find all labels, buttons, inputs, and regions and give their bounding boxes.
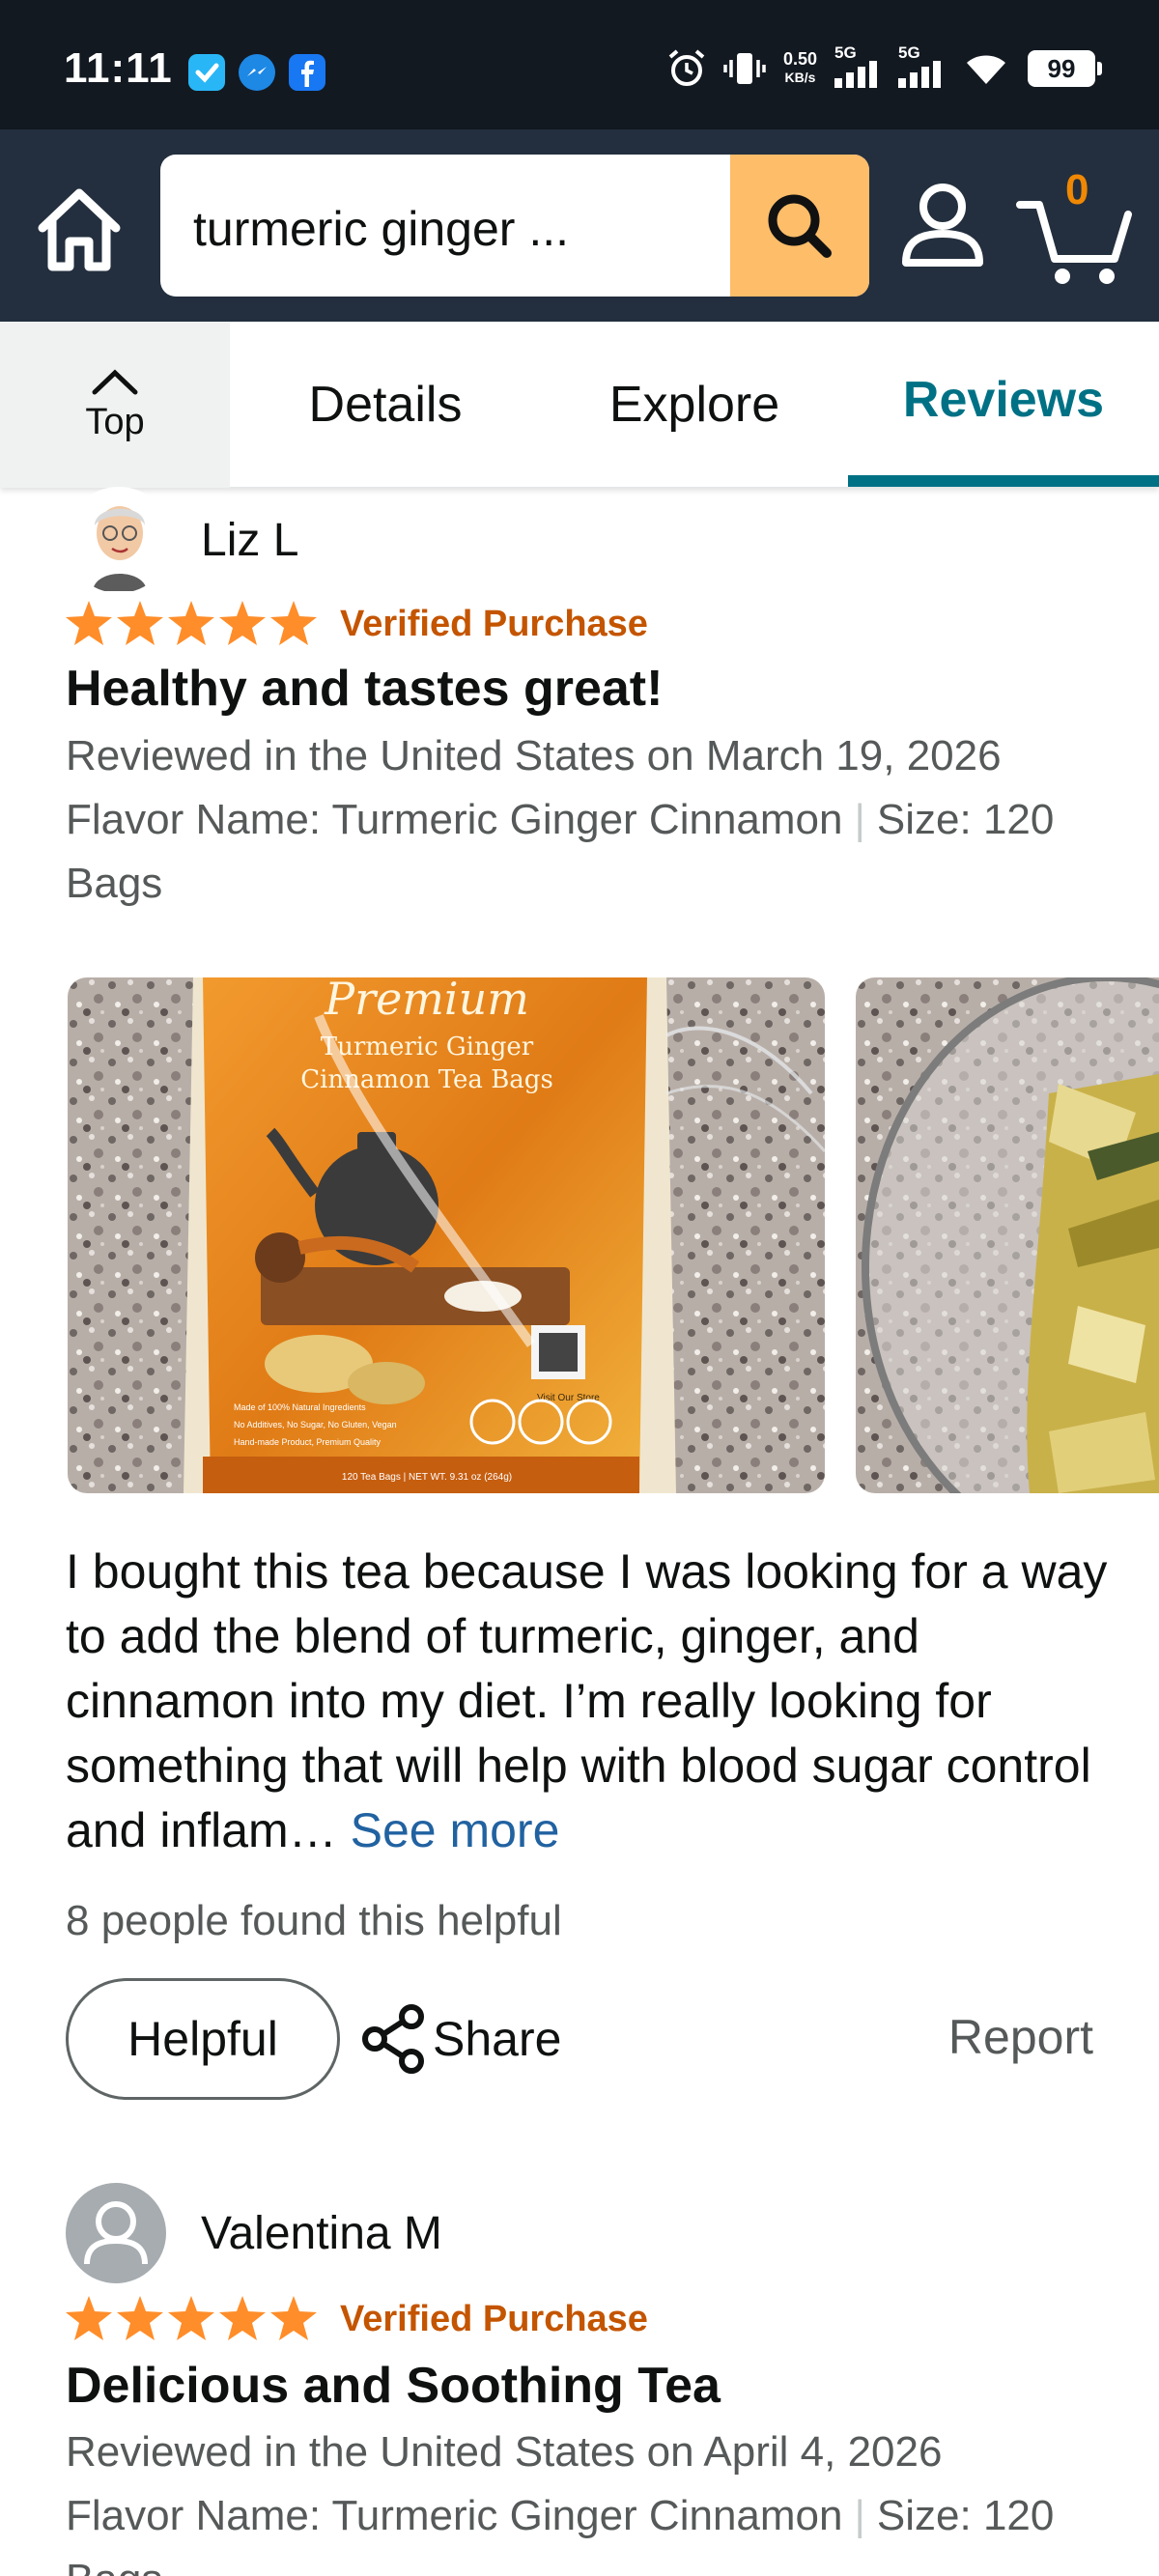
status-icons: 0.50 KB/s 5G 5G 99 bbox=[667, 44, 1102, 93]
tasks-app-icon bbox=[188, 54, 225, 91]
signal-sim2-icon: 5G bbox=[898, 44, 945, 93]
account-button[interactable] bbox=[898, 178, 987, 274]
review-variant: Flavor Name: Turmeric Ginger Cinnamon | Si… bbox=[66, 796, 1055, 907]
user-icon bbox=[902, 184, 983, 267]
chevron-up-icon bbox=[92, 369, 138, 394]
share-button[interactable]: Share bbox=[359, 2003, 561, 2075]
home-button[interactable] bbox=[29, 182, 129, 278]
review-variant: Flavor Name: Turmeric Ginger Cinnamon | Si… bbox=[66, 2484, 1099, 2576]
svg-text:Hand-made Product, Premium Qua: Hand-made Product, Premium Quality bbox=[234, 1437, 382, 1447]
svg-text:No Additives, No Sugar, No Glu: No Additives, No Sugar, No Gluten, Vegan bbox=[234, 1420, 397, 1430]
svg-text:Made of 100% Natural Ingredien: Made of 100% Natural Ingredients bbox=[234, 1402, 366, 1412]
tab-details[interactable]: Details bbox=[249, 322, 522, 488]
star-rating bbox=[64, 2294, 319, 2344]
search-button[interactable] bbox=[730, 155, 869, 297]
vibrate-icon bbox=[723, 53, 766, 84]
alarm-icon bbox=[668, 49, 705, 86]
cart-button[interactable]: 0 bbox=[1014, 162, 1134, 288]
status-time: 11:11 bbox=[64, 44, 173, 92]
search-icon bbox=[768, 194, 832, 258]
verified-purchase-badge: Verified Purchase bbox=[340, 2298, 648, 2339]
product-tabs: Top Details Explore Reviews bbox=[0, 322, 1159, 488]
home-icon bbox=[38, 188, 121, 271]
reviewer-row[interactable]: Liz L bbox=[66, 487, 298, 593]
svg-text:Cinnamon Tea Bags: Cinnamon Tea Bags bbox=[300, 1065, 553, 1094]
status-bar: 11:11 0.50 KB/s 5G 5G 99 bbox=[0, 0, 1159, 129]
facebook-icon bbox=[289, 54, 325, 91]
back-to-top-button[interactable]: Top bbox=[0, 322, 230, 488]
wifi-icon bbox=[967, 55, 1005, 84]
report-link[interactable]: Report bbox=[948, 2009, 1093, 2065]
svg-text:Premium: Premium bbox=[324, 977, 529, 1025]
see-more-link[interactable]: See more bbox=[351, 1803, 560, 1857]
app-header: turmeric ginger ... 0 bbox=[0, 129, 1159, 322]
review-title: Healthy and tastes great! bbox=[66, 661, 664, 717]
verified-purchase-badge: Verified Purchase bbox=[340, 603, 648, 644]
helpful-button[interactable]: Helpful bbox=[66, 1978, 340, 2100]
review-photo[interactable] bbox=[856, 977, 1159, 1493]
net-speed: 0.50 KB/s bbox=[782, 49, 817, 86]
reviewer-name: Liz L bbox=[201, 514, 299, 566]
battery-icon: 99 bbox=[1028, 50, 1102, 87]
review-date: Reviewed in the United States on April 4… bbox=[66, 2428, 943, 2476]
share-icon bbox=[362, 2004, 424, 2074]
review-body: I bought this tea because I was looking … bbox=[66, 1540, 1118, 1863]
svg-text:Turmeric Ginger: Turmeric Ginger bbox=[321, 1033, 534, 1062]
tab-reviews[interactable]: Reviews bbox=[848, 322, 1159, 488]
reviewer-name: Valentina M bbox=[201, 2207, 442, 2259]
rating-row: Verified Purchase bbox=[64, 599, 648, 649]
reviewer-row[interactable]: Valentina M bbox=[66, 2183, 442, 2283]
five-stars-icon bbox=[66, 601, 317, 645]
review-photo[interactable]: Premium Turmeric Ginger Cinnamon Tea Bag… bbox=[68, 977, 825, 1493]
avatar bbox=[66, 2183, 166, 2283]
review-meta: Reviewed in the United States on April 4… bbox=[66, 2420, 1099, 2576]
messenger-icon bbox=[239, 54, 275, 91]
svg-text:120 Tea Bags | NET WT. 9.31 oz: 120 Tea Bags | NET WT. 9.31 oz (264g) bbox=[342, 1472, 512, 1483]
search-bar[interactable]: turmeric ginger ... bbox=[160, 155, 869, 297]
signal-sim1-icon: 5G bbox=[834, 44, 881, 93]
review-text: I bought this tea because I was looking … bbox=[66, 1544, 1108, 1857]
flavor-name: Flavor Name: Turmeric Ginger Cinnamon bbox=[66, 2492, 843, 2539]
flavor-name: Flavor Name: Turmeric Ginger Cinnamon bbox=[66, 796, 843, 843]
active-tab-indicator bbox=[848, 475, 1159, 487]
share-label: Share bbox=[433, 2012, 562, 2066]
top-label: Top bbox=[85, 401, 145, 442]
rating-row: Verified Purchase bbox=[64, 2294, 648, 2344]
search-input[interactable]: turmeric ginger ... bbox=[193, 201, 569, 257]
tab-explore[interactable]: Explore bbox=[541, 322, 848, 488]
review-date: Reviewed in the United States on March 1… bbox=[66, 732, 1002, 779]
review-title: Delicious and Soothing Tea bbox=[66, 2358, 721, 2414]
review-meta: Reviewed in the United States on March 1… bbox=[66, 724, 1099, 916]
default-user-icon bbox=[84, 2201, 148, 2265]
cart-count: 0 bbox=[1065, 166, 1089, 213]
helpful-count: 8 people found this helpful bbox=[66, 1897, 562, 1944]
avatar bbox=[66, 487, 172, 593]
five-stars-icon bbox=[66, 2296, 317, 2340]
star-rating bbox=[64, 599, 319, 649]
